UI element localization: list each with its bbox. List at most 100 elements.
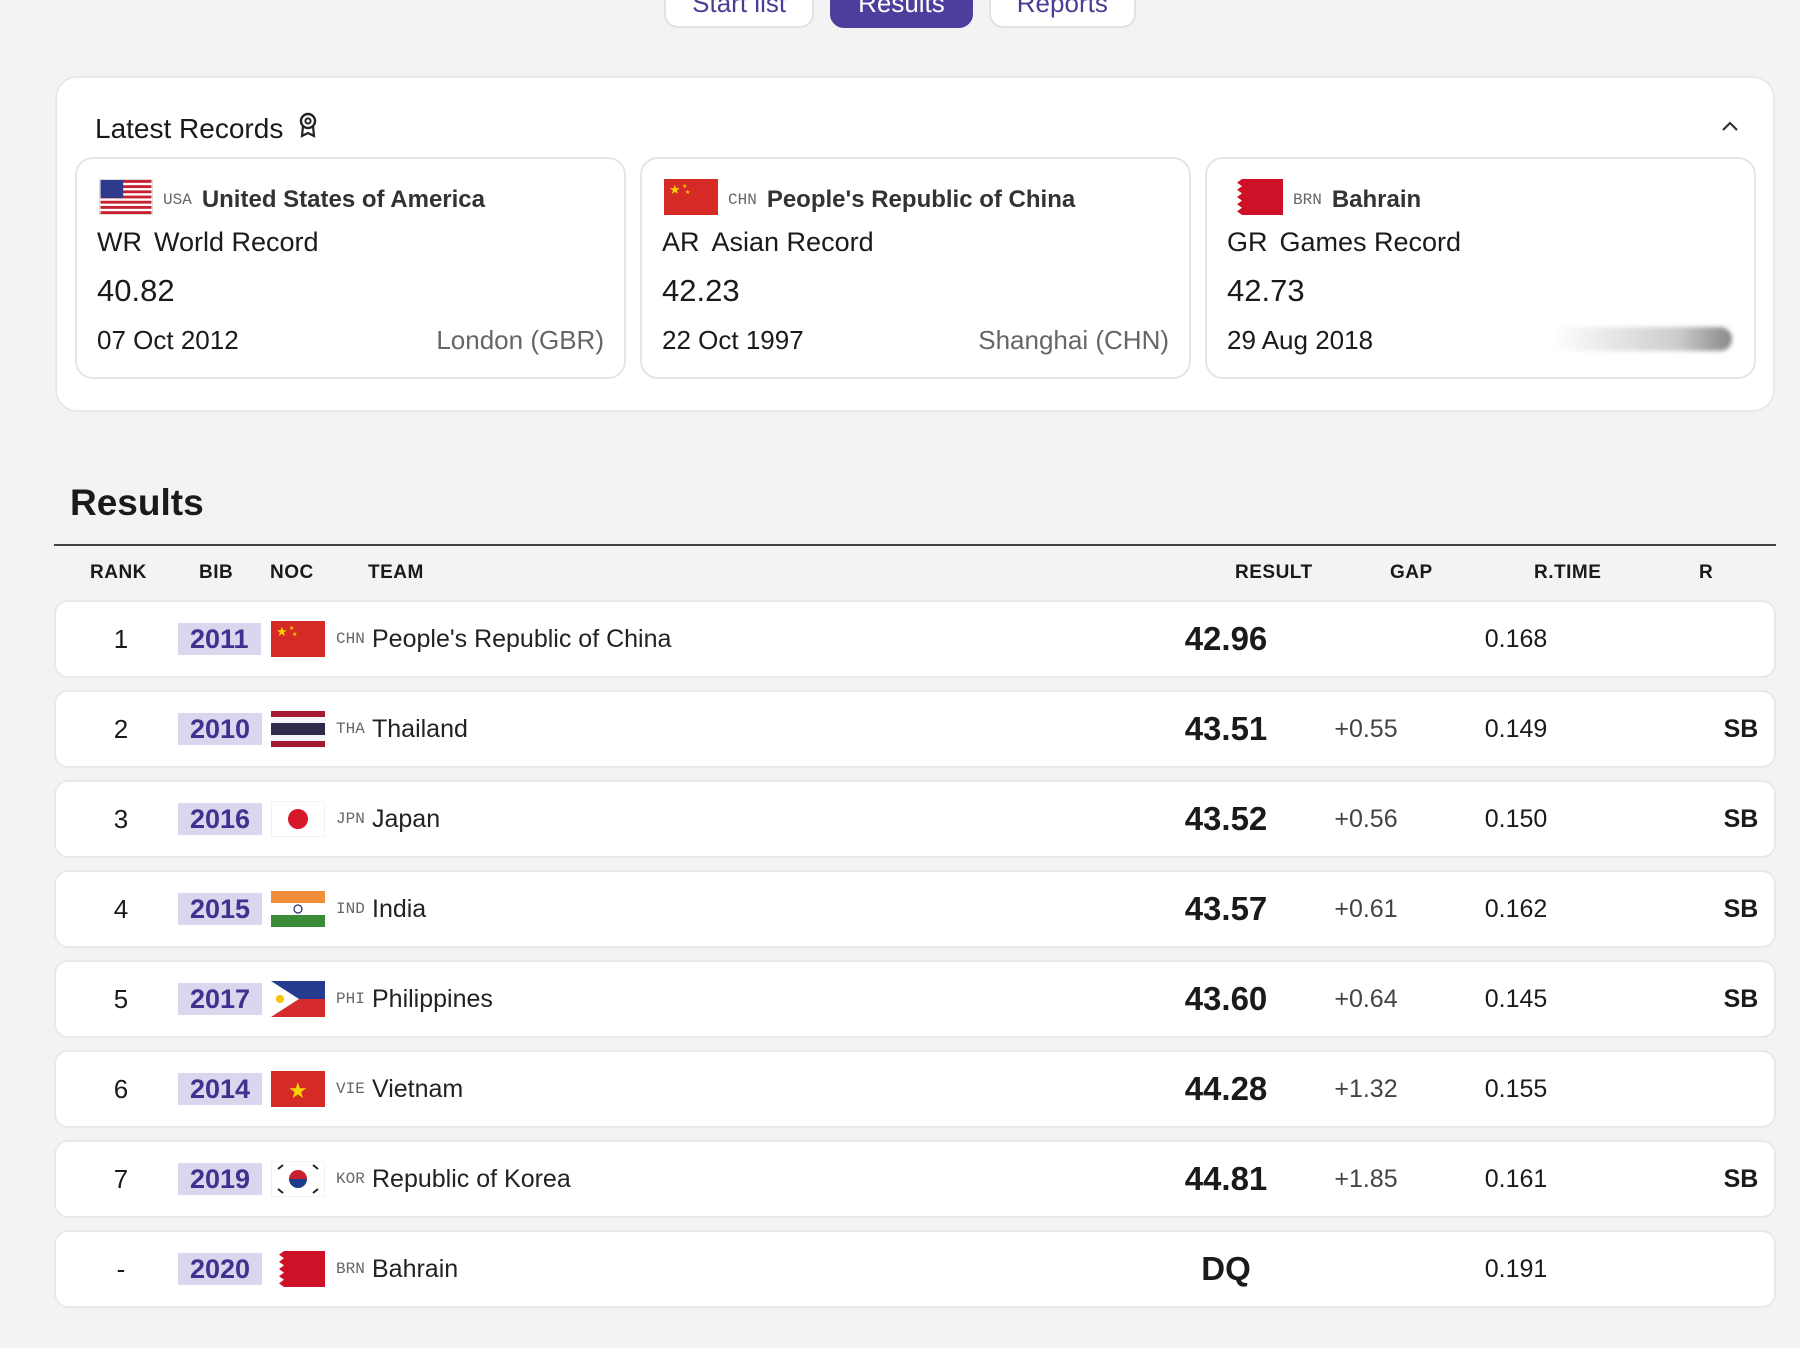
results-title: Results [70, 482, 204, 523]
team-name[interactable]: Japan [372, 782, 440, 856]
rtime-cell: 0.145 [1484, 984, 1548, 1013]
china-flag-icon: ★ ★ ★ [664, 179, 718, 220]
table-row[interactable]: - 2020 BRN Bahrain DQ 0.191 [54, 1230, 1776, 1308]
bib-badge: 2020 [178, 1253, 263, 1285]
record-country-code: BRN [1293, 190, 1322, 209]
india-flag-icon [271, 872, 325, 946]
header-team: TEAM [368, 562, 424, 583]
noc-code: BRN [336, 1260, 365, 1278]
table-row[interactable]: 7 2019 KOR Republic of Korea 44.81 +1.85… [54, 1140, 1776, 1218]
bib-badge: 2019 [178, 1163, 263, 1195]
record-abbr: GR [1227, 227, 1268, 257]
bib-badge: 2017 [178, 983, 263, 1015]
table-row[interactable]: 4 2015 IND India 43.57 +0.61 0.162 SB [54, 870, 1776, 948]
philippines-flag-icon [271, 962, 325, 1036]
gap-cell: +0.64 [1334, 984, 1398, 1013]
rtime-cell: 0.150 [1484, 804, 1548, 833]
noc-code: IND [336, 900, 365, 918]
svg-text:★: ★ [289, 625, 294, 632]
rtime-cell: 0.162 [1484, 894, 1548, 923]
table-row[interactable]: 3 2016 JPN Japan 43.52 +0.56 0.150 SB [54, 780, 1776, 858]
tab-start-list[interactable]: Start list [664, 0, 815, 28]
rtime-cell: 0.191 [1484, 1254, 1548, 1283]
tab-reports[interactable]: Reports [988, 0, 1136, 28]
gap-cell: +0.61 [1334, 894, 1398, 923]
record-flag-cell: SB [1723, 714, 1759, 743]
rank-cell: 4 [113, 893, 129, 924]
bib-badge: 2011 [178, 623, 261, 655]
team-name[interactable]: Bahrain [372, 1232, 458, 1306]
noc-code: JPN [336, 810, 365, 828]
record-country-name: Bahrain [1331, 185, 1422, 213]
gap-cell: +1.85 [1334, 1164, 1398, 1193]
record-country-name: United States of America [201, 185, 485, 213]
record-flag-cell: SB [1723, 1164, 1759, 1193]
noc-code: KOR [336, 1170, 365, 1188]
noc-code: PHI [336, 990, 365, 1008]
table-row[interactable]: 5 2017 PHI Philippines 43.60 +0.64 0.145… [54, 960, 1776, 1038]
team-name[interactable]: Republic of Korea [372, 1142, 571, 1216]
rtime-cell: 0.168 [1484, 624, 1548, 653]
record-card-gr: BRN Bahrain GR Games Record 42.73 29 Aug … [1205, 157, 1756, 379]
record-flag-cell: SB [1723, 804, 1759, 833]
bib-badge: 2016 [178, 803, 263, 835]
tab-bar: Start list Results Reports [0, 0, 1800, 28]
header-bib: BIB [199, 562, 234, 583]
records-header: Latest Records [95, 112, 319, 145]
result-cell: DQ [1201, 1250, 1251, 1287]
record-country-code: CHN [728, 190, 757, 209]
bahrain-flag-icon [271, 1232, 325, 1306]
divider [54, 544, 1776, 546]
table-row[interactable]: 1 2011 ★ ★ ★ CHN People's Republic of Chin… [54, 600, 1776, 678]
rank-cell: 3 [113, 803, 129, 834]
china-flag-icon: ★ ★ ★ [271, 602, 325, 676]
noc-code: CHN [336, 630, 365, 648]
results-header-row: RANK BIB NOC TEAM RESULT GAP R.TIME R [54, 562, 1776, 588]
record-country-name: People's Republic of China [766, 185, 1076, 213]
gap-cell [1296, 602, 1436, 676]
record-flag-cell: SB [1723, 984, 1759, 1013]
team-name[interactable]: Philippines [372, 962, 493, 1036]
record-value: 40.82 [97, 273, 175, 308]
rank-cell: 5 [113, 983, 129, 1014]
record-value: 42.23 [662, 273, 740, 308]
record-abbr: WR [97, 227, 142, 257]
korea-flag-icon [271, 1142, 325, 1216]
svg-text:★: ★ [292, 631, 297, 638]
team-name[interactable]: Vietnam [372, 1052, 463, 1126]
record-value: 42.73 [1227, 273, 1305, 308]
record-flag-cell [1706, 602, 1776, 676]
noc-code: VIE [336, 1080, 365, 1098]
rank-cell: 1 [113, 623, 129, 654]
team-name[interactable]: India [372, 872, 426, 946]
svg-text:★: ★ [288, 1078, 308, 1103]
rank-cell: - [116, 1253, 126, 1284]
result-cell: 43.52 [1184, 800, 1268, 837]
rank-cell: 6 [113, 1073, 129, 1104]
table-row[interactable]: 6 2014 ★ VIE Vietnam 44.28 +1.32 0.155 [54, 1050, 1776, 1128]
header-rank: RANK [90, 562, 147, 583]
team-name[interactable]: Thailand [372, 692, 468, 766]
usa-flag-icon [99, 179, 153, 220]
table-row[interactable]: 2 2010 THA Thailand 43.51 +0.55 0.149 SB [54, 690, 1776, 768]
rank-cell: 2 [113, 713, 129, 744]
vietnam-flag-icon: ★ [271, 1052, 325, 1126]
tab-results[interactable]: Results [830, 0, 973, 28]
svg-text:★: ★ [682, 183, 687, 190]
rtime-cell: 0.149 [1484, 714, 1548, 743]
result-cell: 44.28 [1184, 1070, 1268, 1107]
chevron-up-icon[interactable] [1721, 108, 1739, 139]
loading-placeholder [1552, 327, 1732, 351]
record-type: Games Record [1279, 227, 1462, 257]
team-name[interactable]: People's Republic of China [372, 602, 671, 676]
record-abbr: AR [662, 227, 700, 257]
header-result: RESULT [1235, 562, 1313, 583]
header-r: R [1699, 562, 1714, 583]
record-date: 29 Aug 2018 [1227, 325, 1374, 355]
record-place: Shanghai (CHN) [978, 325, 1169, 355]
record-country-code: USA [163, 190, 192, 209]
header-noc: NOC [270, 562, 314, 583]
gap-cell [1296, 1232, 1436, 1306]
record-flag-cell: SB [1723, 894, 1759, 923]
record-place: London (GBR) [436, 325, 604, 355]
